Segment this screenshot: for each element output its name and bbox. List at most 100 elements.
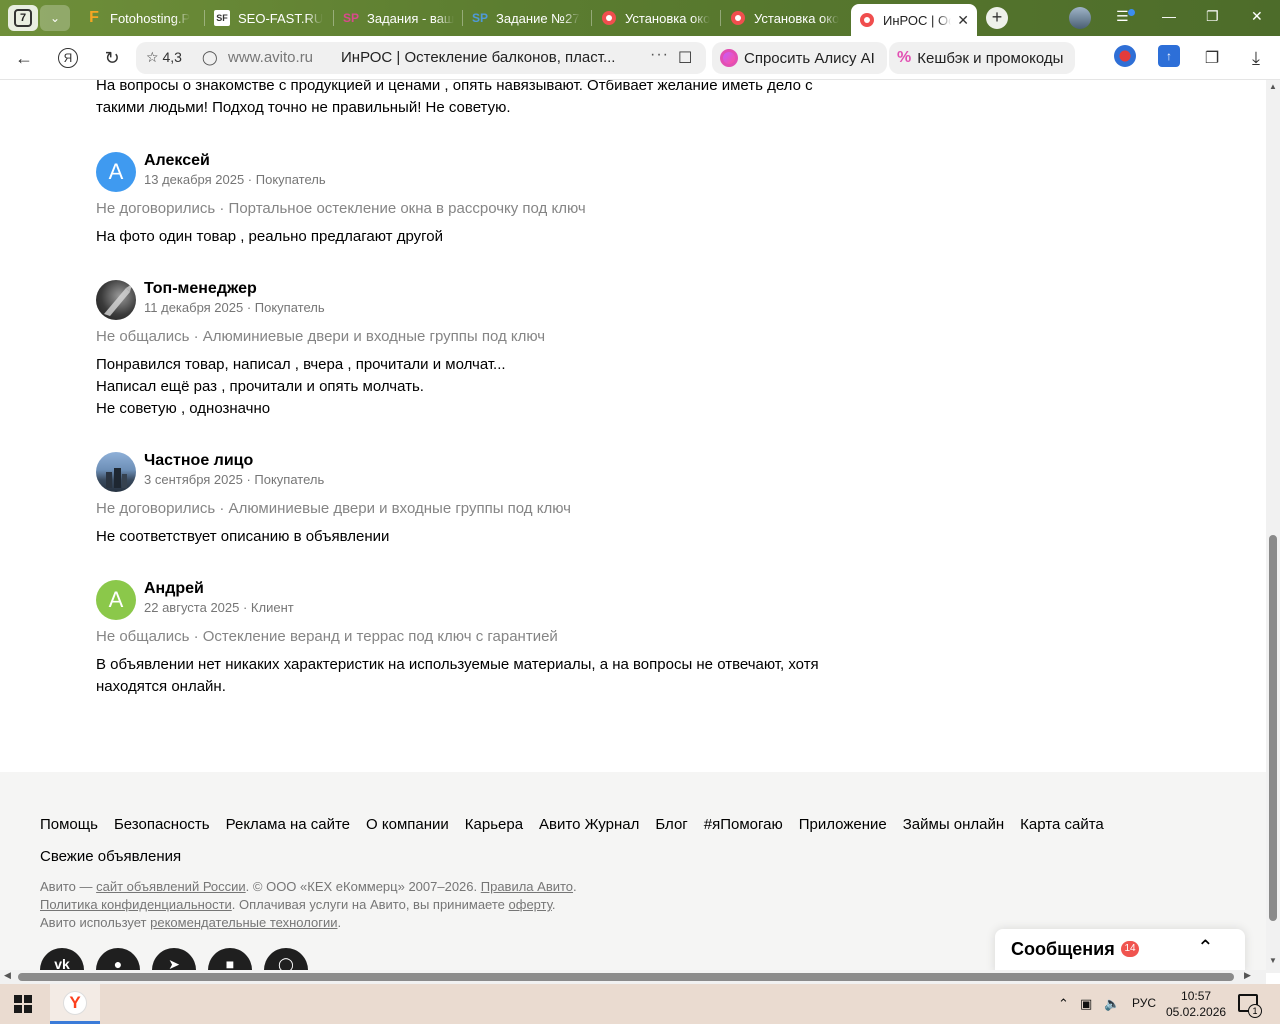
footer-link-help[interactable]: Помощь [40, 814, 98, 836]
vertical-scrollbar[interactable]: ▲ ▼ [1266, 80, 1280, 973]
tab-title: Установка око [625, 10, 711, 26]
sp-favicon-icon: SP [472, 11, 489, 25]
legal-text: . [573, 879, 577, 894]
review-text: В объявлении нет никаких характеристик н… [96, 656, 819, 695]
avito-favicon-icon [601, 10, 617, 26]
browser-menu-icon[interactable]: ☰ [1116, 8, 1129, 25]
extension-antivirus-icon[interactable] [1114, 45, 1136, 67]
system-clock[interactable]: 10:57 05.02.2026 [1166, 988, 1226, 1020]
horizontal-scroll-thumb[interactable] [18, 973, 1234, 981]
review-item: Топ-менеджер 11 декабря 2025 · Покупател… [96, 280, 836, 420]
more-options-icon[interactable]: ··· [650, 46, 669, 64]
privacy-policy-link[interactable]: Политика конфиденциальности [40, 897, 232, 912]
classifieds-link[interactable]: сайт объявлений России [96, 879, 246, 894]
downloads-icon[interactable]: ⤓ [1244, 46, 1268, 70]
bookmark-icon[interactable]: ☐ [678, 48, 692, 68]
avito-favicon-icon [730, 10, 746, 26]
address-bar[interactable]: ☆ 4,3 ◯ www.avito.ru ИнРОС | Остекление … [136, 42, 706, 74]
volume-icon[interactable]: 🔈 [1104, 996, 1120, 1012]
tab-fotohosting[interactable]: F Fotohosting.P [78, 4, 202, 32]
tab-seo-fast[interactable]: SF SEO-FAST.RU [206, 4, 330, 32]
footer-link-career[interactable]: Карьера [465, 814, 523, 836]
offer-link[interactable]: оферту [509, 897, 552, 912]
tab-title: SEO-FAST.RU [238, 10, 324, 26]
review-deal-status: Не общались · Остекление веранд и террас… [96, 628, 558, 645]
ask-alice-button[interactable]: Спросить Алису AI [712, 42, 887, 74]
network-icon[interactable]: ▣ [1080, 996, 1092, 1012]
footer-link-security[interactable]: Безопасность [114, 814, 210, 836]
tab-inros-active[interactable]: ИнРОС | Ос ✕ [851, 4, 977, 36]
review-item: Частное лицо 3 сентября 2025 · Покупател… [96, 452, 836, 552]
avatar[interactable] [96, 280, 136, 320]
reviewer-name[interactable]: Алексей [144, 152, 210, 170]
close-tab-icon[interactable]: ✕ [957, 12, 969, 29]
tab-counter-button[interactable]: 7 [8, 5, 38, 31]
security-shield-icon[interactable]: ◯ [202, 49, 218, 66]
tab-zadanie-27[interactable]: SP Задание №27 [464, 4, 588, 32]
avatar[interactable] [96, 452, 136, 492]
windows-start-icon[interactable] [14, 995, 32, 1013]
reviewer-name[interactable]: Андрей [144, 580, 204, 598]
new-tab-plus-icon[interactable]: + [986, 7, 1008, 29]
rules-link[interactable]: Правила Авито [481, 879, 573, 894]
cashback-label: Кешбэк и промокоды [917, 49, 1064, 67]
footer-link-ads[interactable]: Реклама на сайте [226, 814, 350, 836]
cashback-button[interactable]: % Кешбэк и промокоды [889, 42, 1076, 74]
back-arrow-icon[interactable]: ← [12, 46, 36, 70]
tab-ustanovka-2[interactable]: Установка око [722, 4, 846, 32]
tab-zadaniya[interactable]: SP Задания - ваш [335, 4, 459, 32]
footer-link-about[interactable]: О компании [366, 814, 449, 836]
close-window-icon[interactable]: ✕ [1251, 8, 1263, 25]
avatar[interactable]: А [96, 580, 136, 620]
footer-link-yahelp[interactable]: #яПомогаю [704, 814, 783, 836]
tab-title: Задание №27 [496, 10, 580, 26]
scroll-left-arrow-icon[interactable]: ◀ [4, 970, 11, 981]
recommendation-tech-link[interactable]: рекомендательные технологии [150, 915, 337, 930]
scroll-down-arrow-icon[interactable]: ▼ [1269, 956, 1277, 965]
review-deal-status: Не договорились · Портальное остекление … [96, 200, 586, 217]
address-domain: www.avito.ru [228, 49, 314, 66]
legal-text: . Оплачивая услуги на Авито, вы принимае… [231, 897, 509, 912]
review-text-line: Не советую , однозначно [96, 400, 271, 417]
footer-link-journal[interactable]: Авито Журнал [539, 814, 639, 836]
profile-avatar[interactable] [1069, 7, 1091, 29]
collections-icon[interactable]: ❐ [1200, 46, 1224, 70]
clock-date: 05.02.2026 [1166, 1005, 1227, 1019]
tray-chevron-up-icon[interactable]: ⌃ [1058, 996, 1069, 1012]
previous-review-text: На вопросы о знакомстве с продукцией и ц… [96, 80, 813, 116]
reload-icon[interactable]: ↻ [100, 46, 124, 70]
footer-links: Помощь Безопасность Реклама на сайте О к… [40, 814, 1220, 868]
footer-link-loans[interactable]: Займы онлайн [903, 814, 1004, 836]
chevron-up-icon[interactable]: ⌃ [1197, 935, 1214, 960]
reviewer-name[interactable]: Частное лицо [144, 452, 253, 470]
scroll-up-arrow-icon[interactable]: ▲ [1269, 82, 1277, 91]
footer-link-fresh-ads[interactable]: Свежие объявления [40, 846, 1220, 868]
footer-link-app[interactable]: Приложение [799, 814, 887, 836]
minimize-icon[interactable]: — [1162, 8, 1176, 24]
ask-alice-label: Спросить Алису AI [744, 49, 875, 67]
yandex-browser-taskbar-button[interactable]: Y [50, 984, 100, 1024]
messages-widget[interactable]: Сообщения 14 ⌃ [995, 929, 1245, 973]
language-indicator[interactable]: РУС [1132, 996, 1156, 1010]
footer-link-sitemap[interactable]: Карта сайта [1020, 814, 1104, 836]
tab-ustanovka-1[interactable]: Установка око [593, 4, 717, 32]
scroll-right-arrow-icon[interactable]: ▶ [1244, 970, 1251, 981]
review-meta: 3 сентября 2025 · Покупатель [144, 472, 325, 487]
review-text: Понравился товар, написал , вчера , проч… [96, 354, 826, 420]
tab-list-chevron-icon[interactable]: ⌄ [40, 5, 70, 31]
horizontal-scrollbar[interactable]: ◀ ▶ [0, 970, 1266, 984]
yandex-logo-icon[interactable]: Я [56, 46, 80, 70]
messages-count-badge: 14 [1121, 941, 1139, 957]
reviewer-name[interactable]: Топ-менеджер [144, 280, 257, 298]
yandex-browser-icon: Y [63, 990, 87, 1015]
footer-link-blog[interactable]: Блог [655, 814, 687, 836]
avatar[interactable]: А [96, 152, 136, 192]
restore-icon[interactable]: ❐ [1206, 8, 1219, 25]
vertical-scroll-thumb[interactable] [1269, 535, 1277, 921]
percent-icon: % [897, 49, 912, 66]
extension-blue-icon[interactable]: ↑ [1158, 45, 1180, 67]
address-page-title: ИнРОС | Остекление балконов, пласт... [341, 49, 616, 66]
clock-time: 10:57 [1181, 989, 1212, 1003]
browser-toolbar: ← Я ↻ ☆ 4,3 ◯ www.avito.ru ИнРОС | Остек… [0, 36, 1280, 80]
site-rating[interactable]: ☆ 4,3 [146, 49, 182, 66]
